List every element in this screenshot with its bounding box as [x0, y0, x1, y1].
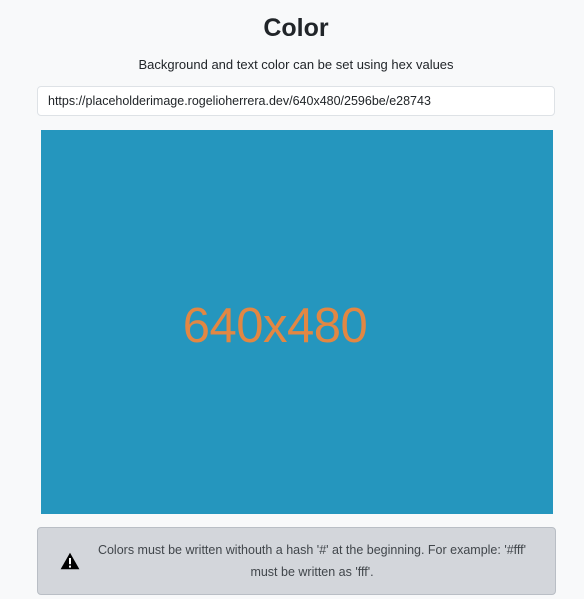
- placeholder-dimensions-label: 640x480: [182, 298, 368, 353]
- placeholder-preview-image: 640x480: [41, 130, 553, 514]
- page-title: Color: [263, 14, 329, 42]
- hex-format-alert: Colors must be written withouth a hash '…: [37, 527, 556, 595]
- page-subtitle: Background and text color can be set usi…: [138, 57, 454, 72]
- alert-message: Colors must be written withouth a hash '…: [97, 543, 527, 579]
- image-url-input[interactable]: [37, 86, 555, 116]
- warning-triangle-icon: [60, 552, 80, 570]
